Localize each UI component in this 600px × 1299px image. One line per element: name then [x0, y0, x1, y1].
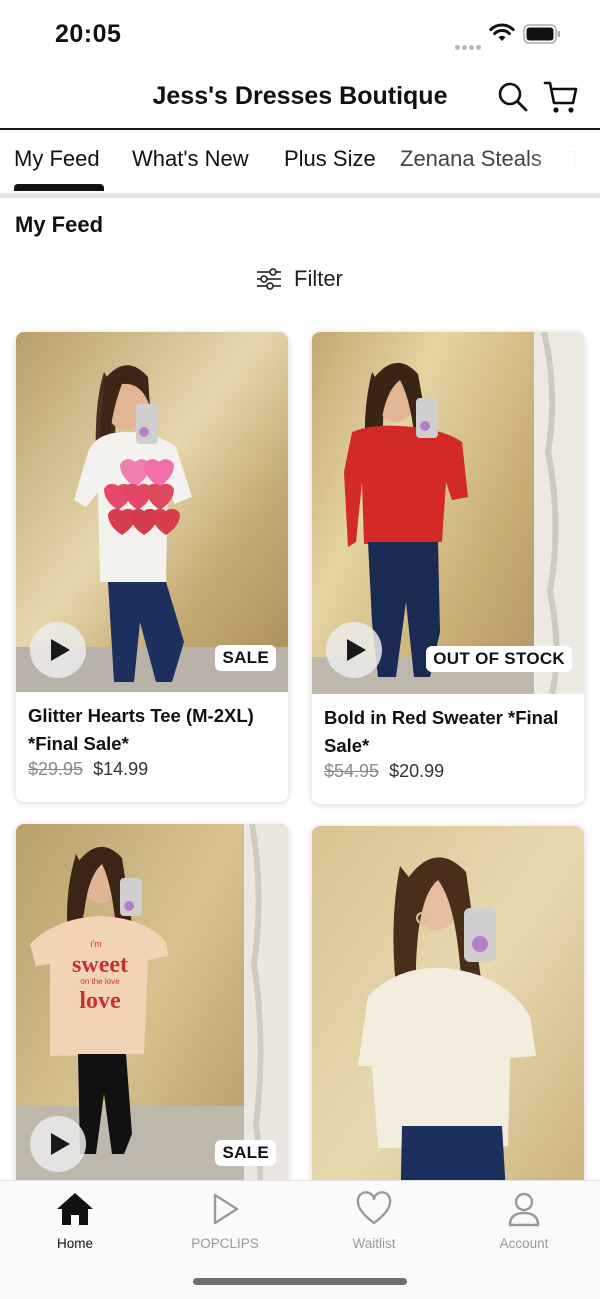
cart-icon[interactable] [543, 79, 579, 115]
filter-button[interactable]: Filter [256, 264, 343, 294]
nav-label: Home [56, 1236, 93, 1251]
product-prices: $29.95 $14.99 [28, 759, 148, 780]
sliders-icon [257, 268, 281, 290]
out-of-stock-badge: OUT OF STOCK [426, 646, 572, 672]
home-icon [57, 1193, 93, 1225]
nav-label: Account [499, 1236, 549, 1251]
person-icon [508, 1192, 540, 1227]
home-indicator[interactable] [193, 1278, 407, 1285]
play-icon [213, 1193, 239, 1225]
product-card[interactable]: i'm sweet on the love love SALE [16, 824, 288, 1224]
tabs-fade [530, 130, 600, 190]
tab-plus-size[interactable]: Plus Size [284, 146, 376, 172]
heart-icon [356, 1191, 392, 1225]
signal-dots-icon [455, 37, 483, 50]
nav-popclips[interactable]: POPCLIPS [165, 1191, 285, 1251]
product-card[interactable]: SALE Glitter Hearts Tee (M-2XL) *Final S… [16, 332, 288, 802]
product-card[interactable] [312, 826, 584, 1226]
tab-my-feed[interactable]: My Feed [14, 146, 100, 172]
app-header: Jess's Dresses Boutique [0, 64, 600, 130]
product-prices: $54.95 $20.99 [324, 761, 444, 782]
product-card[interactable]: OUT OF STOCK Bold in Red Sweater *Final … [312, 332, 584, 804]
category-tabs: My Feed What's New Plus Size Zenana Stea… [0, 130, 600, 198]
play-icon [51, 1133, 70, 1155]
play-video-button[interactable] [30, 1116, 86, 1172]
section-title: My Feed [15, 212, 104, 237]
nav-home[interactable]: Home [15, 1191, 135, 1251]
play-icon [347, 639, 366, 661]
active-tab-indicator [14, 184, 104, 191]
shirt-graphic-text: on the love [80, 977, 120, 986]
status-bar: 20:05 [0, 0, 600, 64]
tab-zenana-steals[interactable]: Zenana Steals [400, 146, 542, 172]
wifi-icon [489, 23, 515, 41]
nav-label: POPCLIPS [191, 1236, 259, 1251]
original-price: $54.95 [324, 761, 380, 781]
status-time: 20:05 [55, 20, 122, 48]
sale-price: $14.99 [93, 759, 149, 779]
battery-icon [523, 24, 560, 44]
product-name[interactable]: Glitter Hearts Tee (M-2XL) *Final Sale* [28, 702, 278, 758]
shirt-graphic-text: sweet [72, 952, 128, 978]
product-photo[interactable] [312, 826, 584, 1226]
nav-waitlist[interactable]: Waitlist [314, 1191, 434, 1251]
original-price: $29.95 [28, 759, 84, 779]
sale-badge: SALE [215, 645, 276, 671]
shirt-graphic-text: love [79, 988, 121, 1014]
nav-account[interactable]: Account [464, 1191, 584, 1251]
shirt-graphic-text: i'm [90, 939, 101, 949]
nav-label: Waitlist [352, 1236, 396, 1251]
play-icon [51, 639, 70, 661]
tab-whats-new[interactable]: What's New [132, 146, 249, 172]
sale-price: $20.99 [389, 761, 445, 781]
sale-badge: SALE [215, 1140, 276, 1166]
search-icon[interactable] [497, 81, 529, 113]
product-name[interactable]: Bold in Red Sweater *Final Sale* [324, 704, 574, 760]
play-video-button[interactable] [30, 622, 86, 678]
filter-label: Filter [294, 266, 343, 291]
play-video-button[interactable] [326, 622, 382, 678]
